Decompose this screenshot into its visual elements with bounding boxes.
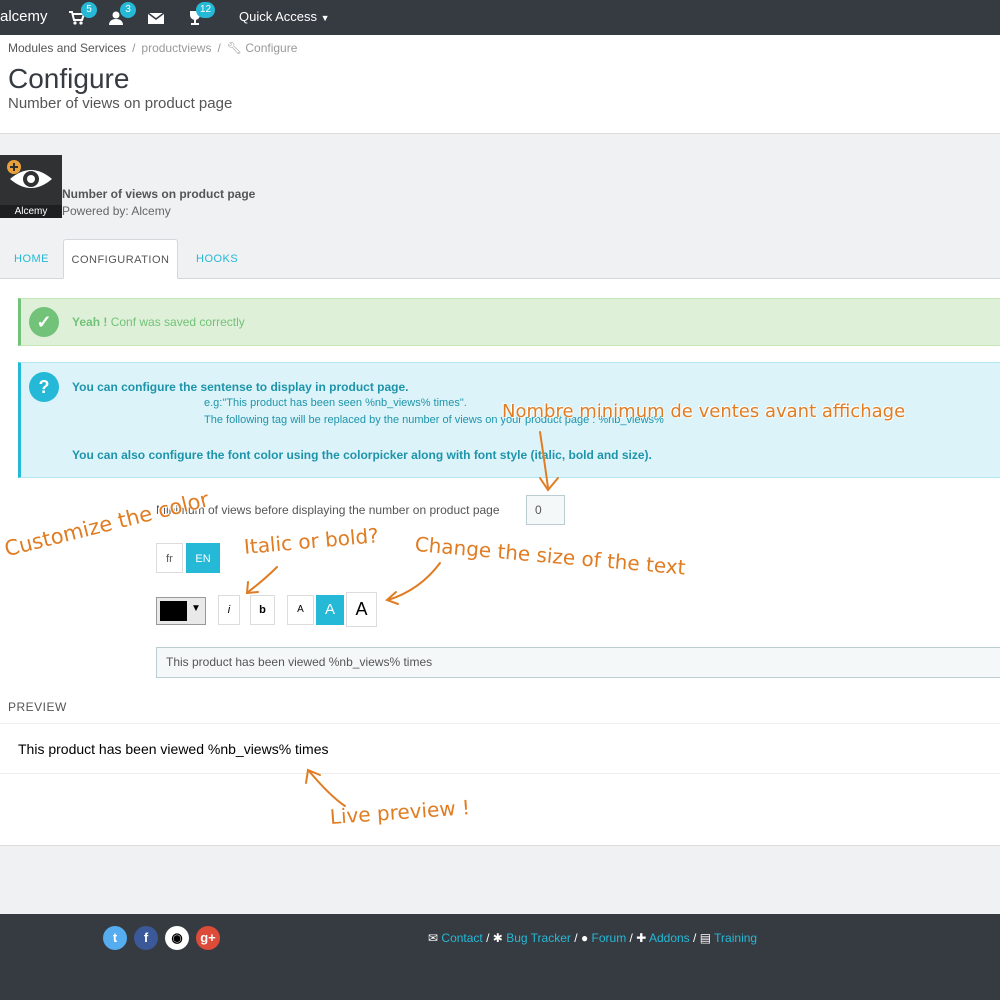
sentence-input[interactable]: This product has been viewed %nb_views% …: [156, 647, 1000, 678]
footer-link-forum[interactable]: Forum: [592, 931, 627, 945]
footer-links: ✉ Contact / ✱ Bug Tracker / ● Forum / ✚ …: [428, 931, 757, 945]
lang-en-button[interactable]: EN: [186, 543, 220, 573]
size-large-button[interactable]: A: [346, 592, 377, 627]
footer-link-addons[interactable]: Addons: [649, 931, 690, 945]
annotation-min-sales: Nombre minimum de ventes avant affichage: [502, 401, 906, 422]
separator: /: [693, 931, 697, 945]
wrench-icon: 🔧︎: [226, 41, 243, 55]
size-medium-button[interactable]: A: [316, 595, 344, 625]
breadcrumb-item-productviews[interactable]: productviews: [141, 41, 211, 55]
google-plus-icon[interactable]: g+: [196, 926, 220, 950]
comments-icon: ●: [580, 931, 589, 945]
module-name: Number of views on product page: [62, 187, 256, 201]
quick-access-dropdown[interactable]: Quick Access ▼: [239, 9, 330, 24]
module-logo-text: Alcemy: [0, 205, 62, 218]
italic-button[interactable]: i: [218, 595, 240, 625]
check-icon: ✓: [29, 307, 59, 337]
color-swatch: [160, 601, 187, 621]
separator: /: [574, 931, 578, 945]
preview-heading: PREVIEW: [8, 700, 67, 714]
trophy-count-badge: 12: [196, 2, 216, 18]
users-count-badge: 3: [120, 2, 136, 18]
caret-down-icon: ▼: [191, 603, 201, 614]
puzzle-icon: ✚: [636, 931, 647, 945]
facebook-icon[interactable]: f: [134, 926, 158, 950]
size-small-button[interactable]: A: [287, 595, 314, 625]
breadcrumb-item-modules[interactable]: Modules and Services: [8, 41, 126, 55]
tab-home[interactable]: HOME: [0, 239, 63, 279]
separator: /: [486, 931, 490, 945]
success-text: Conf was saved correctly: [110, 315, 245, 329]
min-views-input[interactable]: 0: [526, 495, 565, 525]
footer-link-bug-tracker[interactable]: Bug Tracker: [506, 931, 571, 945]
divider: [0, 723, 1000, 724]
bug-icon: ✱: [492, 931, 503, 945]
footer-link-contact[interactable]: Contact: [441, 931, 482, 945]
module-logo: Alcemy: [0, 155, 62, 218]
twitter-icon[interactable]: t: [103, 926, 127, 950]
lang-fr-button[interactable]: fr: [156, 543, 183, 573]
success-message: Yeah ! Conf was saved correctly: [72, 315, 245, 329]
book-icon: ▤: [699, 931, 712, 945]
envelope-icon[interactable]: [147, 9, 165, 27]
separator: /: [629, 931, 633, 945]
info-line-2: e.g:"This product has been seen %nb_view…: [204, 397, 467, 409]
divider: [0, 773, 1000, 774]
preview-text: This product has been viewed %nb_views% …: [18, 741, 329, 757]
envelope-icon: ✉: [428, 931, 439, 945]
breadcrumb-item-configure: Configure: [245, 41, 298, 55]
cart-count-badge: 5: [81, 2, 97, 18]
tab-configuration[interactable]: CONFIGURATION: [63, 239, 178, 279]
module-powered-by: Powered by: Alcemy: [62, 204, 171, 218]
caret-down-icon: ▼: [320, 13, 330, 23]
bold-button[interactable]: b: [250, 595, 275, 625]
info-line-1: You can configure the sentense to displa…: [72, 380, 409, 394]
quick-access-label: Quick Access: [239, 9, 318, 24]
footer-link-training[interactable]: Training: [714, 931, 757, 945]
question-icon: ?: [29, 372, 59, 402]
page-title: Configure: [8, 63, 130, 94]
eye-icon: [7, 160, 52, 188]
page-subtitle: Number of views on product page: [8, 95, 233, 112]
brand-logo[interactable]: alcemy: [0, 8, 48, 25]
success-strong: Yeah !: [72, 315, 108, 329]
breadcrumb: Modules and Services / productviews / 🔧︎ Con…: [8, 41, 298, 55]
tab-hooks[interactable]: HOOKS: [182, 239, 252, 279]
info-line-4: You can also configure the font color us…: [72, 448, 652, 462]
github-icon[interactable]: ◉: [165, 926, 189, 950]
